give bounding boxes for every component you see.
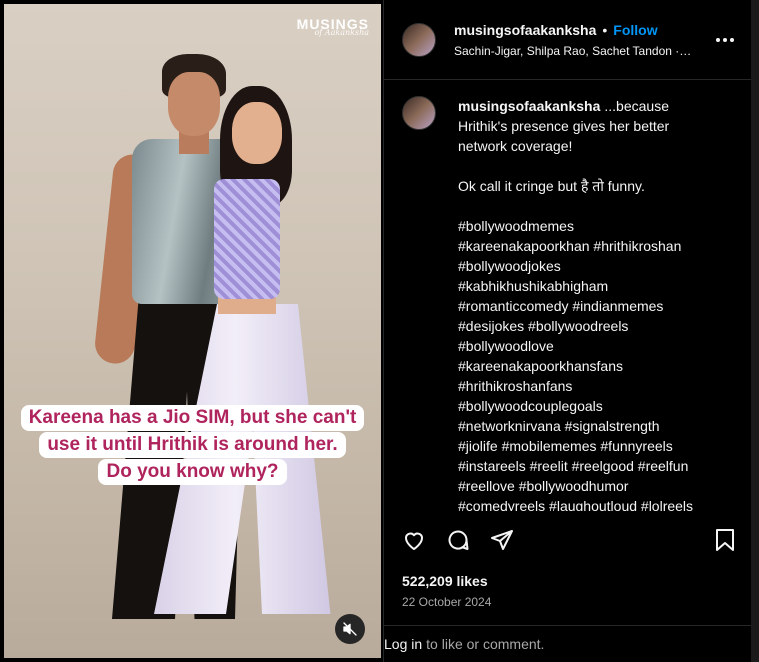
photo-figure-woman-face: [232, 102, 282, 164]
media-caption-overlay: Kareena has a Jio SIM, but she can't use…: [8, 405, 377, 486]
hashtag-line[interactable]: #instareels #reelit #reelgood #reelfun: [458, 456, 708, 476]
more-horizontal-icon: [716, 37, 734, 42]
mute-button[interactable]: [335, 614, 365, 644]
hashtag-line[interactable]: #kareenakapoorkhansfans: [458, 356, 708, 376]
caption-line-2: use it until Hrithik is around her.: [39, 432, 346, 458]
post-date[interactable]: 22 October 2024: [402, 595, 491, 609]
caption-line-1: Kareena has a Jio SIM, but she can't: [20, 405, 365, 431]
watermark-sub-text: of Aakanksha: [314, 28, 369, 37]
caption-start: ...because: [604, 98, 669, 114]
share-button[interactable]: [490, 528, 514, 552]
save-button[interactable]: [713, 528, 737, 552]
hashtag-line[interactable]: #kareenakapoorkhan #hrithikroshan: [458, 236, 708, 256]
login-prompt-text: to like or comment.: [426, 636, 545, 652]
caption-username[interactable]: musingsofaakanksha: [458, 98, 600, 114]
comment-bubble-icon: [448, 530, 469, 550]
speaker-muted-icon: [343, 622, 357, 636]
scrollbar[interactable]: [751, 0, 759, 662]
hashtag-line[interactable]: #desijokes #bollywoodreels: [458, 316, 708, 336]
header-separator: •: [602, 21, 608, 38]
avatar[interactable]: [402, 96, 436, 130]
hashtag-line[interactable]: #hrithikroshanfans: [458, 376, 708, 396]
photo-figure-woman-top: [214, 179, 280, 299]
post-caption: musingsofaakanksha ...because Hrithik's p…: [384, 96, 751, 511]
hashtag-line[interactable]: #bollywoodlove: [458, 336, 708, 356]
hashtag-line[interactable]: #networknirvana #signalstrength: [458, 416, 708, 436]
follow-button[interactable]: Follow: [613, 22, 657, 38]
header-username[interactable]: musingsofaakanksha: [454, 22, 596, 38]
reel-media[interactable]: MUSINGS of Aakanksha Kareena has a Jio S…: [4, 4, 381, 658]
avatar[interactable]: [402, 22, 436, 57]
login-prompt: Log in to like or comment.: [384, 625, 751, 662]
caption-line: Ok call it cringe but है तो funny.: [458, 178, 645, 194]
comment-button[interactable]: [446, 528, 470, 552]
hashtag-line[interactable]: #jiolife #mobilememes #funnyreels: [458, 436, 708, 456]
post-actions: [384, 521, 751, 559]
caption-line-3: Do you know why?: [98, 459, 287, 485]
hashtag-line[interactable]: #bollywoodcouplegoals: [458, 396, 708, 416]
paper-plane-icon: [491, 530, 513, 550]
watermark-logo: MUSINGS of Aakanksha: [297, 16, 369, 37]
like-button[interactable]: [402, 528, 426, 552]
photo-figure-man-face: [168, 72, 220, 136]
heart-icon: [405, 532, 423, 550]
more-options-button[interactable]: [713, 28, 737, 52]
hashtag-line[interactable]: #reellove #bollywoodhumor: [458, 476, 708, 496]
hashtag-line[interactable]: #kabhikhushikabhigham: [458, 276, 708, 296]
hashtag-line[interactable]: #bollywoodjokes: [458, 256, 708, 276]
post-details-panel: musingsofaakanksha • Follow Sachin-Jigar…: [383, 0, 759, 662]
hashtag-line[interactable]: #romanticcomedy #indianmemes: [458, 296, 708, 316]
caption-line: Hrithik's presence gives her better: [458, 118, 670, 134]
caption-text: musingsofaakanksha ...because Hrithik's p…: [458, 96, 708, 511]
post-header: musingsofaakanksha • Follow Sachin-Jigar…: [384, 0, 751, 80]
caption-line: network coverage!: [458, 138, 573, 154]
header-text: musingsofaakanksha • Follow Sachin-Jigar…: [454, 22, 713, 58]
bookmark-icon: [716, 529, 734, 551]
hashtag-line[interactable]: #comedyreels #laughoutloud #lolreels: [458, 496, 708, 511]
login-link[interactable]: Log in: [384, 636, 422, 652]
hashtag-line[interactable]: #bollywoodmemes: [458, 216, 708, 236]
audio-attribution[interactable]: Sachin-Jigar, Shilpa Rao, Sachet Tandon …: [454, 44, 694, 58]
likes-count[interactable]: 522,209 likes: [402, 573, 488, 589]
